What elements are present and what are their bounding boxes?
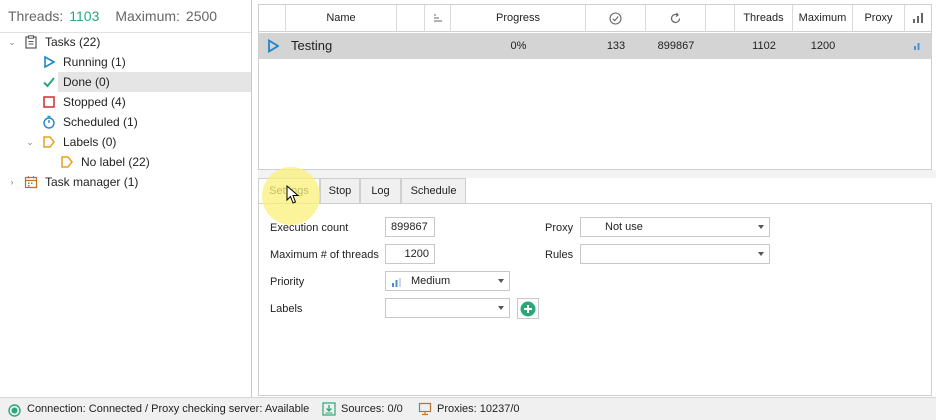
connection-status: Connection: Connected / Proxy checking s… — [27, 403, 310, 415]
sort-lines-icon — [433, 12, 443, 24]
tree-item-scheduled[interactable]: Scheduled (1) — [0, 112, 251, 132]
header-select-cell[interactable] — [259, 5, 286, 32]
tree-item-label: Stopped (4) — [63, 95, 126, 109]
max-threads-label: Maximum # of threads — [270, 249, 379, 261]
threads-bar: Threads: 1103 Maximum: 2500 — [0, 0, 251, 33]
labels-label: Labels — [270, 303, 303, 315]
task-repeat: 899867 — [657, 40, 695, 52]
threads-label: Threads: — [8, 8, 64, 24]
tree-item-label: Scheduled (1) — [63, 115, 138, 129]
task-maximum: 1200 — [810, 40, 836, 52]
rules-select[interactable] — [580, 244, 770, 264]
header-sort[interactable] — [425, 5, 451, 32]
tree-item-label: Running (1) — [63, 55, 126, 69]
tree-item-label: Labels (0) — [63, 135, 117, 149]
chevron-down-icon — [758, 252, 764, 256]
tab-schedule[interactable]: Schedule — [401, 178, 466, 203]
priority-medium-icon — [905, 33, 931, 59]
download-icon — [322, 402, 336, 420]
clipboard-icon — [24, 35, 38, 49]
header-threads[interactable]: Threads — [735, 5, 793, 32]
table-row[interactable]: Testing 0% 133 899867 1102 1200 — [259, 33, 931, 59]
task-completed: 133 — [606, 40, 626, 52]
proxy-select[interactable]: Not use — [580, 217, 770, 237]
max-threads-input[interactable]: 1200 — [385, 244, 435, 264]
calendar-icon — [24, 175, 38, 189]
chevron-down-icon — [498, 279, 504, 283]
header-maximum[interactable]: Maximum — [793, 5, 853, 32]
checkmark-icon — [42, 75, 56, 89]
header-priority[interactable] — [905, 5, 931, 32]
grid-header: Name Progress Threads Maximum Proxy — [259, 5, 931, 32]
connection-status-icon — [8, 403, 21, 420]
task-threads: 1102 — [752, 40, 776, 52]
mouse-pointer-icon — [286, 184, 300, 208]
settings-panel: Execution count 899867 Maximum # of thre… — [258, 203, 932, 396]
left-panel: Threads: 1103 Maximum: 2500 ⌄ Tasks (22) Ru… — [0, 0, 252, 397]
proxy-value: Not use — [605, 221, 643, 233]
tag-icon — [42, 135, 56, 149]
rules-label: Rules — [545, 249, 574, 261]
tab-log[interactable]: Log — [360, 178, 401, 203]
tree-item-label: Task manager (1) — [45, 175, 139, 189]
chevron-down-icon — [498, 306, 504, 310]
priority-medium-icon — [391, 276, 401, 294]
maximum-label: Maximum: — [115, 8, 180, 24]
tab-stop[interactable]: Stop — [320, 178, 360, 203]
status-bar: Connection: Connected / Proxy checking s… — [0, 397, 936, 420]
play-icon — [42, 55, 56, 69]
chevron-down-icon[interactable]: ⌄ — [24, 132, 36, 152]
stop-square-icon — [42, 95, 56, 109]
tree-item-done[interactable]: Done (0) — [43, 72, 251, 92]
header-blank[interactable] — [397, 5, 425, 32]
header-progress[interactable]: Progress — [451, 5, 586, 32]
tree-item-label: Tasks (22) — [45, 35, 101, 49]
priority-value: Medium — [411, 275, 451, 287]
execution-count-label: Execution count — [270, 222, 349, 234]
plus-circle-icon — [520, 301, 536, 320]
refresh-icon — [669, 12, 682, 24]
add-label-button[interactable] — [517, 298, 539, 319]
chevron-right-icon[interactable]: › — [6, 172, 18, 192]
chevron-down-icon[interactable]: ⌄ — [6, 32, 18, 52]
tree-item-label: Done (0) — [63, 75, 110, 89]
tag-icon — [60, 155, 74, 169]
tree-item-tasks[interactable]: ⌄ Tasks (22) — [0, 32, 251, 52]
task-progress: 0% — [510, 40, 527, 52]
tasks-grid: Name Progress Threads Maximum Proxy Test… — [258, 4, 932, 170]
stopwatch-icon — [42, 115, 56, 129]
labels-select[interactable] — [385, 298, 510, 318]
tree-item-running[interactable]: Running (1) — [0, 52, 251, 72]
header-proxy[interactable]: Proxy — [853, 5, 905, 32]
header-name[interactable]: Name — [286, 5, 397, 32]
task-name: Testing — [291, 38, 333, 53]
priority-select[interactable]: Medium — [385, 271, 510, 291]
tree-item-label: No label (22) — [81, 155, 150, 169]
monitor-icon — [418, 402, 432, 420]
threads-value: 1103 — [69, 8, 100, 24]
header-completed[interactable] — [586, 5, 646, 32]
header-blank-2[interactable] — [706, 5, 735, 32]
chevron-down-icon — [758, 225, 764, 229]
priority-label: Priority — [270, 276, 305, 288]
tree-item-no-label[interactable]: No label (22) — [0, 152, 251, 172]
splitter[interactable] — [258, 170, 936, 178]
tree-item-labels[interactable]: ⌄ Labels (0) — [0, 132, 251, 152]
tree-item-task-manager[interactable]: › Task manager (1) — [0, 172, 251, 192]
sources-status: Sources: 0/0 — [341, 403, 403, 415]
play-icon[interactable] — [267, 33, 281, 59]
proxy-label: Proxy — [545, 222, 574, 234]
bar-chart-icon — [912, 12, 924, 24]
maximum-value: 2500 — [185, 8, 218, 24]
proxies-status: Proxies: 10237/0 — [437, 403, 520, 415]
execution-count-input[interactable]: 899867 — [385, 217, 435, 237]
tab-bar: Settings Stop Log Schedule — [258, 178, 932, 204]
check-circle-icon — [609, 12, 622, 25]
tree-item-stopped[interactable]: Stopped (4) — [0, 92, 251, 112]
header-repeat[interactable] — [646, 5, 706, 32]
